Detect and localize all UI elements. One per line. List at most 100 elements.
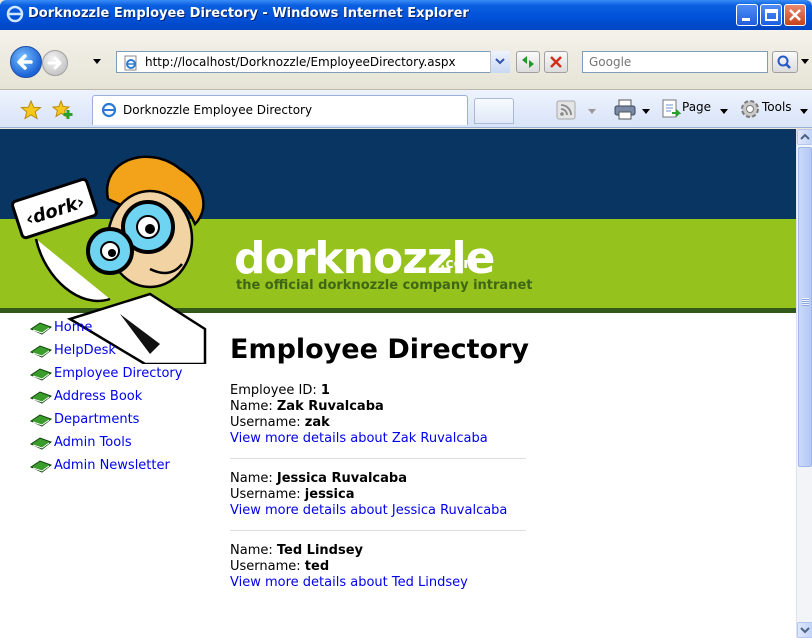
brand-tagline: the official dorknozzle company intranet [236,278,533,293]
search-input[interactable] [583,52,767,72]
employee-name-label: Name: [230,399,273,414]
page-menu-label[interactable]: Page [682,100,711,114]
feeds-icon[interactable] [556,100,576,120]
page-heading: Employee Directory [230,334,530,365]
back-arrow-icon [17,54,33,70]
forward-button[interactable] [42,50,68,76]
scroll-down-button[interactable] [797,622,812,638]
stop-button[interactable] [544,51,568,73]
tab-dorknozzle-directory[interactable]: Dorknozzle Employee Directory [92,95,468,125]
nav-item-helpdesk[interactable]: HelpDesk [30,339,182,362]
nav-link-admin-newsletter[interactable]: Admin Newsletter [54,458,170,473]
refresh-button[interactable] [516,51,540,73]
search-icon [777,55,791,69]
employee-name-label: Name: [230,471,273,486]
close-icon [789,9,801,21]
new-tab-button[interactable] [474,98,514,124]
nav-link-address-book[interactable]: Address Book [54,389,142,404]
scroll-thumb[interactable] [798,147,812,467]
minimize-button[interactable] [736,4,758,26]
employee-name-value: Zak Ruvalcaba [276,399,384,414]
maximize-button[interactable] [760,4,782,26]
employee-id-value: 1 [320,383,330,398]
favorites-star-icon[interactable] [20,100,42,120]
book-icon [30,436,52,450]
address-url: http://localhost/Dorknozzle/EmployeeDire… [145,55,456,69]
forward-arrow-icon [47,56,62,70]
search-button[interactable] [772,51,798,73]
nav-link-employee-directory[interactable]: Employee Directory [54,366,182,381]
ie-logo-icon [6,5,24,23]
scroll-grip [802,298,809,306]
employee-record: Name: Ted Lindsey Username: ted View mor… [230,543,650,591]
print-icon[interactable] [612,98,638,122]
employee-details-link[interactable]: View more details about Zak Ruvalcaba [230,431,488,446]
address-dropdown-button[interactable] [490,51,510,73]
employee-name-value: Ted Lindsey [276,543,363,558]
chevron-down-icon [495,58,505,65]
title-bar: Dorknozzle Employee Directory - Windows … [0,0,812,30]
employee-record: Name: Jessica Ruvalcaba Username: jessic… [230,471,650,519]
employee-username-label: Username: [230,487,301,502]
employee-username-label: Username: [230,415,301,430]
employee-separator [230,530,526,531]
employee-username-value: jessica [304,487,355,502]
nav-link-helpdesk[interactable]: HelpDesk [54,343,116,358]
brand-suffix: .com [440,256,478,272]
scroll-up-button[interactable] [797,129,812,145]
employee-details-link[interactable]: View more details about Ted Lindsey [230,575,468,590]
scroll-up-arrow-icon [800,133,810,140]
book-icon [30,390,52,404]
minimize-icon [742,18,750,21]
page-dropdown-icon[interactable] [720,109,728,115]
page-viewport: ‹dork› dorknozzle .com the official dork… [0,129,796,638]
recent-pages-dropdown-icon[interactable] [92,58,102,66]
employee-username-label: Username: [230,559,301,574]
scroll-down-arrow-icon [800,627,810,634]
print-dropdown-icon[interactable] [642,109,650,115]
employee-name-value: Jessica Ruvalcaba [276,471,407,486]
employee-details-link[interactable]: View more details about Jessica Ruvalcab… [230,503,507,518]
nav-item-home[interactable]: Home [30,316,182,339]
refresh-icon [522,56,534,68]
nav-item-address-book[interactable]: Address Book [30,385,182,408]
tools-gear-icon[interactable] [738,97,762,121]
window-title: Dorknozzle Employee Directory - Windows … [28,6,469,21]
tab-label: Dorknozzle Employee Directory [123,103,313,117]
nav-item-admin-newsletter[interactable]: Admin Newsletter [30,454,182,477]
book-icon [30,321,52,335]
tools-menu-label[interactable]: Tools [762,100,792,114]
nav-item-admin-tools[interactable]: Admin Tools [30,431,182,454]
tab-ie-icon [101,102,117,118]
stop-icon [550,56,562,68]
nav-item-departments[interactable]: Departments [30,408,182,431]
tools-dropdown-icon[interactable] [800,109,808,115]
employee-username-value: ted [304,559,330,574]
book-icon [30,459,52,473]
employee-separator [230,458,526,459]
nav-link-departments[interactable]: Departments [54,412,139,427]
employee-record: Employee ID: 1 Name: Zak Ruvalcaba Usern… [230,383,650,447]
feeds-dropdown-icon[interactable] [588,109,596,115]
book-icon [30,344,52,358]
add-favorites-icon[interactable] [52,100,74,120]
book-icon [30,413,52,427]
vertical-scrollbar[interactable] [796,129,812,638]
book-icon [30,367,52,381]
back-button[interactable] [10,46,42,78]
nav-link-home[interactable]: Home [54,320,92,335]
site-navigation: Home HelpDesk Employee Directory Address… [30,316,182,477]
close-button[interactable] [784,4,806,26]
address-bar[interactable]: http://localhost/Dorknozzle/EmployeeDire… [116,51,510,73]
nav-link-admin-tools[interactable]: Admin Tools [54,435,132,450]
search-options-dropdown-icon[interactable] [800,58,810,66]
page-ie-icon [124,55,137,71]
page-menu-icon[interactable] [660,98,682,122]
search-box[interactable] [582,51,768,73]
maximize-icon [765,9,778,21]
main-content: Employee Directory Employee ID: 1 Name: … [230,334,650,591]
employee-username-value: zak [304,415,330,430]
employee-name-label: Name: [230,543,273,558]
employee-id-label: Employee ID: [230,383,317,398]
nav-item-employee-directory[interactable]: Employee Directory [30,362,182,385]
